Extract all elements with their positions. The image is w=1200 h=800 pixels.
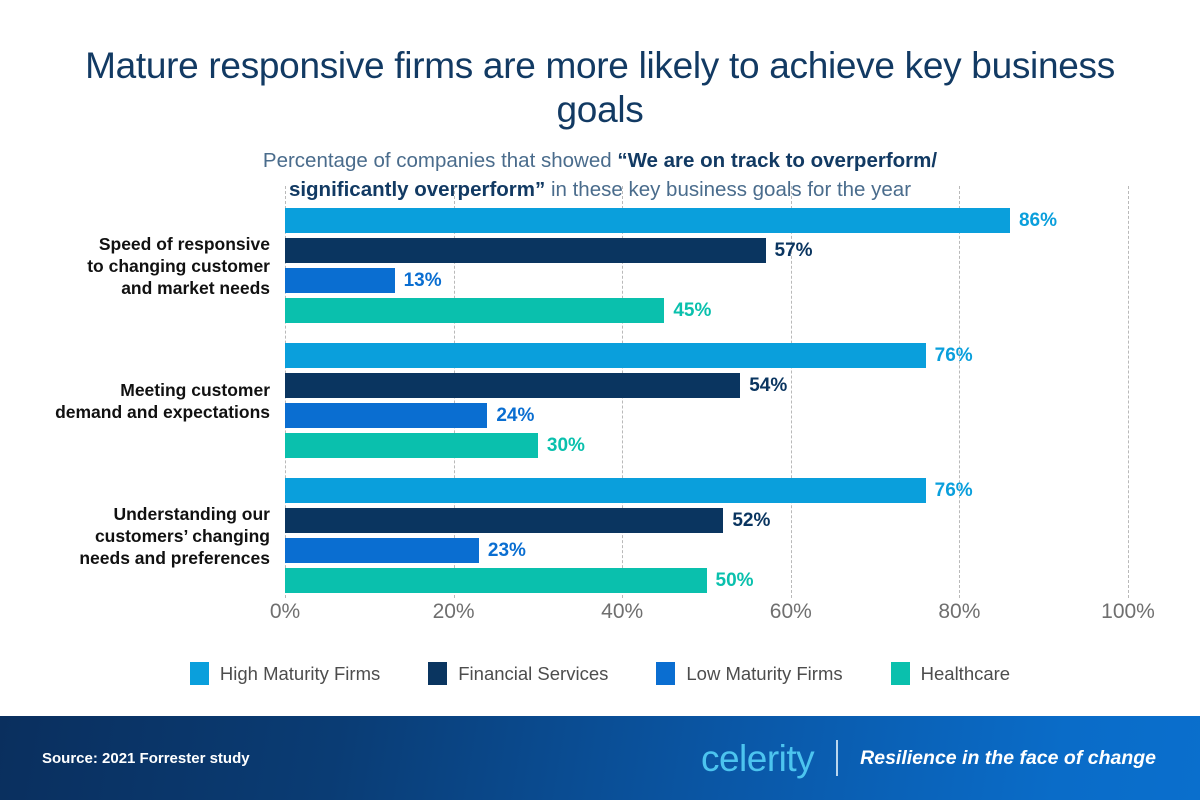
bar-row: 23% [285,538,1128,563]
x-tick-label: 0% [269,600,301,623]
legend-label: Healthcare [920,662,1011,684]
legend-item[interactable]: Low Maturity Firms [656,662,843,685]
category-label-line: Speed of responsive [98,233,270,254]
legend-swatch-icon [890,662,910,685]
bar-value-label: 86% [1018,210,1057,231]
bar[interactable] [285,538,479,563]
bar-value-label: 52% [732,510,771,531]
chart-legend: High Maturity Firms Financial Services Low… [0,662,1200,685]
legend-label: High Maturity Firms [219,662,381,684]
subtitle-emphasis-1: “We are on track to overperform/ [617,149,938,172]
bar-value-label: 76% [934,345,973,366]
bar[interactable] [285,268,395,293]
bar-group: 76% 52% 23% 50% [285,478,1128,593]
bar[interactable] [285,298,665,323]
brand-lockup: celerity Resilience in the face of chang… [701,740,1156,777]
bar-value-label: 45% [673,300,712,321]
bar-row: 86% [285,208,1128,233]
bar-row: 13% [285,268,1128,293]
bar[interactable] [285,433,538,458]
legend-label: Low Maturity Firms [686,662,843,684]
bar-row: 76% [285,478,1128,503]
bar-value-label: 13% [403,270,442,291]
bar-value-label: 57% [774,240,813,261]
gridline-100 [1128,186,1129,598]
page-title: Mature responsive firms are more likely … [85,45,1115,130]
legend-item[interactable]: Financial Services [428,662,608,685]
category-label: Understanding our customers’ changing need… [20,503,270,569]
legend-swatch-icon [656,662,676,685]
bar[interactable] [285,478,926,503]
bar-row: 24% [285,403,1128,428]
chart-plot-area: Speed of responsive to changing customer a… [0,186,1200,598]
bar-value-label: 76% [934,480,973,501]
celerity-logo: celerity [700,737,815,779]
x-tick-label: 100% [1101,600,1155,623]
bar-value-label: 23% [487,540,526,561]
bar-row: 76% [285,343,1128,368]
legend-swatch-icon [428,662,448,685]
bar-row: 54% [285,373,1128,398]
chart-header: Mature responsive firms are more likely … [0,0,1200,204]
x-axis: 0% 20% 40% 60% 80% 100% [270,600,1155,634]
category-label-line: customers’ changing [94,525,270,546]
footer-bar: Source: 2021 Forrester study celerity Re… [0,716,1200,800]
bar[interactable] [285,403,488,428]
category-label-line: and market needs [121,277,270,298]
bar[interactable] [285,208,1010,233]
category-label: Speed of responsive to changing customer a… [20,233,270,299]
source-note: Source: 2021 Forrester study [42,749,250,767]
legend-item[interactable]: Healthcare [890,662,1011,685]
legend-label: Financial Services [458,662,609,684]
bar[interactable] [285,373,741,398]
bar-row: 50% [285,568,1128,593]
x-tick-label: 80% [938,600,981,623]
brand-tagline: Resilience in the face of change [860,746,1156,769]
bar-value-label: 30% [546,435,585,456]
bar-row: 45% [285,298,1128,323]
bar-value-label: 24% [496,405,535,426]
bar[interactable] [285,238,766,263]
bar-value-label: 54% [749,375,788,396]
category-label-line: demand and expectations [55,401,270,422]
bar[interactable] [285,508,724,533]
category-label-line: Understanding our [113,503,270,524]
category-label-line: Meeting customer [120,379,270,400]
bar[interactable] [285,343,926,368]
x-tick-label: 60% [769,600,812,623]
bar-group: 76% 54% 24% 30% [285,343,1128,458]
legend-swatch-icon [189,662,209,685]
legend-item[interactable]: High Maturity Firms [189,662,381,685]
category-label-line: needs and preferences [79,547,270,568]
bar-value-label: 50% [715,570,754,591]
bar[interactable] [285,568,707,593]
category-label-line: to changing customer [87,255,270,276]
bars-canvas: 86% 57% 13% 45% 76% 54% 24% 30% 76% 52% 23% 50% [285,186,1129,598]
bar-row: 52% [285,508,1128,533]
bar-row: 57% [285,238,1128,263]
brand-divider [836,740,839,776]
category-axis-labels: Speed of responsive to changing customer a… [15,186,270,598]
category-label: Meeting customer demand and expectations [20,379,270,423]
bar-row: 30% [285,433,1128,458]
subtitle-plain-1: Percentage of companies that showed [262,149,618,172]
x-tick-label: 20% [432,600,475,623]
x-tick-label: 40% [601,600,644,623]
bar-group: 86% 57% 13% 45% [285,208,1128,323]
